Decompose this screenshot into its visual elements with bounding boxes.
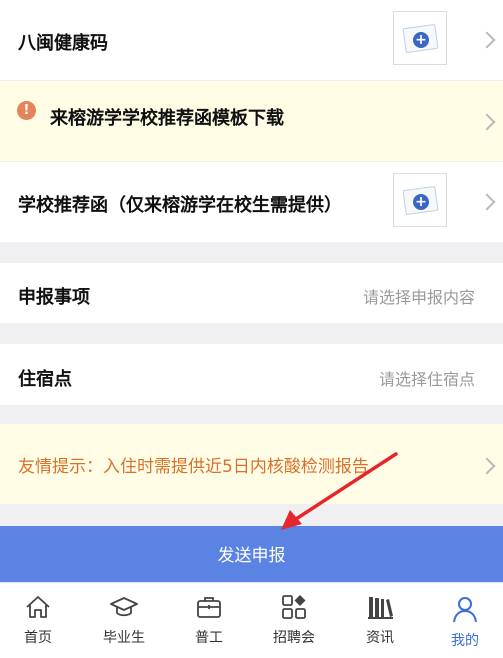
grid-apps-icon — [282, 595, 306, 619]
health-code-upload[interactable]: + — [393, 11, 447, 65]
chevron-right-icon — [478, 193, 496, 211]
accommodation-select[interactable]: 请选择住宿点 — [379, 366, 475, 390]
tab-home-label: 首页 — [24, 630, 52, 646]
tab-graduates-label: 毕业生 — [103, 630, 145, 646]
graduation-cap-icon — [110, 597, 138, 617]
briefcase-icon — [197, 597, 221, 618]
tip-text: 友情提示：入住时需提供近5日内核酸检测报告 — [18, 457, 369, 477]
tab-mine-label: 我的 — [451, 633, 479, 649]
tab-workers[interactable]: 普工 — [174, 583, 244, 658]
bottom-tab-bar: 首页 毕业生 普工 招聘会 资讯 我的 — [0, 582, 503, 658]
tab-job-fair-label: 招聘会 — [273, 630, 315, 646]
tab-graduates[interactable]: 毕业生 — [89, 583, 159, 658]
warning-icon: ! — [17, 101, 36, 120]
tab-job-fair[interactable]: 招聘会 — [259, 583, 329, 658]
template-download-row[interactable]: 来榕游学学校推荐函模板下载 — [0, 81, 503, 161]
health-code-label: 八闽健康码 — [18, 33, 108, 54]
tab-workers-label: 普工 — [195, 630, 223, 646]
health-code-row[interactable]: 八闽健康码 + — [0, 0, 503, 80]
recommendation-letter-label: 学校推荐函（仅来榕游学在校生需提供） — [18, 195, 342, 216]
declaration-item-label: 申报事项 — [18, 287, 90, 308]
declaration-item-select[interactable]: 请选择申报内容 — [363, 284, 475, 308]
tip-row[interactable]: 友情提示：入住时需提供近5日内核酸检测报告 — [0, 424, 503, 504]
accommodation-row[interactable]: 住宿点 请选择住宿点 — [0, 344, 503, 405]
home-icon — [26, 596, 50, 618]
recommendation-letter-upload[interactable]: + — [393, 173, 447, 227]
tab-news-label: 资讯 — [366, 630, 394, 646]
chevron-right-icon — [478, 113, 496, 131]
add-icon: + — [413, 32, 429, 48]
tab-news[interactable]: 资讯 — [345, 583, 415, 658]
template-download-label: 来榕游学学校推荐函模板下载 — [50, 108, 284, 129]
chevron-right-icon — [478, 31, 496, 49]
declaration-item-row[interactable]: 申报事项 请选择申报内容 — [0, 263, 503, 323]
submit-button[interactable]: 发送申报 — [0, 526, 503, 582]
tab-home[interactable]: 首页 — [3, 583, 73, 658]
chevron-right-icon — [478, 457, 496, 475]
user-icon — [453, 597, 477, 623]
tab-mine[interactable]: 我的 — [430, 583, 500, 658]
accommodation-label: 住宿点 — [18, 369, 72, 390]
recommendation-letter-row[interactable]: 学校推荐函（仅来榕游学在校生需提供） + — [0, 162, 503, 242]
books-icon — [368, 597, 393, 619]
add-icon: + — [413, 194, 429, 210]
